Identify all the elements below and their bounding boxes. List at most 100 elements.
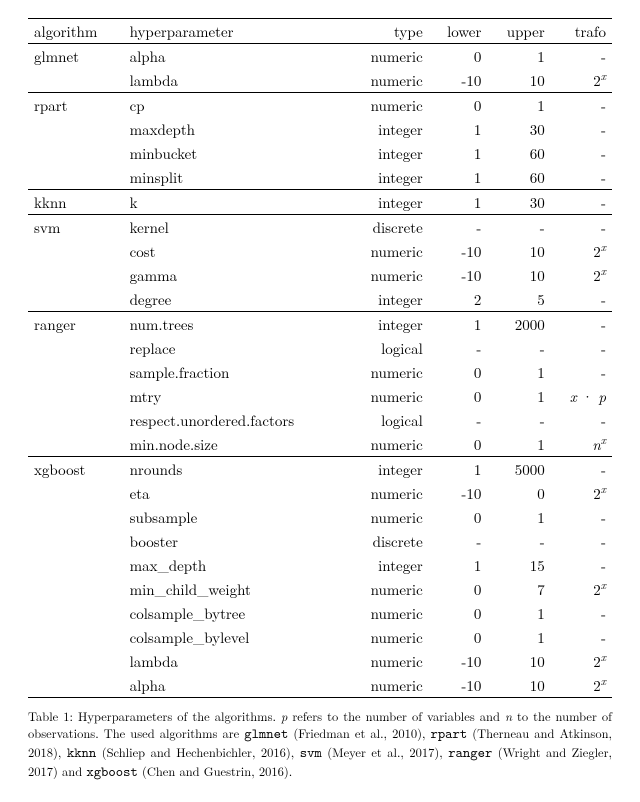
cell: -: [487, 529, 550, 553]
cell: -: [429, 408, 488, 432]
cell: -: [551, 165, 612, 190]
cell: 2x: [551, 68, 612, 93]
cell: 1: [429, 165, 488, 190]
cell: discrete: [347, 215, 428, 240]
cell: [28, 117, 124, 141]
caption-glmnet: glmnet: [244, 725, 288, 743]
cell: numeric: [347, 384, 428, 408]
cell: 1: [429, 117, 488, 141]
cell: -: [551, 93, 612, 118]
table-row: max_depthinteger115-: [28, 553, 612, 577]
cell: kknn: [28, 190, 124, 215]
table-row: replacelogical---: [28, 336, 612, 360]
cell: [28, 432, 124, 457]
cell: 2x: [551, 481, 612, 505]
cell: -10: [429, 673, 488, 698]
cell: numeric: [347, 577, 428, 601]
cell: -: [551, 457, 612, 482]
cell: -: [551, 360, 612, 384]
table-row: degreeinteger25-: [28, 287, 612, 312]
cell: -: [551, 312, 612, 337]
cell: [28, 287, 124, 312]
cell: 2x: [551, 577, 612, 601]
caption-svm-cite: (Meyer et al., 2017),: [322, 743, 448, 761]
cell: 0: [429, 625, 488, 649]
cell: cost: [124, 239, 348, 263]
cell: 1: [429, 457, 488, 482]
cell: 1: [429, 553, 488, 577]
cell: -: [487, 336, 550, 360]
caption-xgboost: xgboost: [86, 763, 137, 781]
cell: [28, 673, 124, 698]
cell: 30: [487, 190, 550, 215]
cell: numeric: [347, 68, 428, 93]
cell: [28, 408, 124, 432]
cell: maxdepth: [124, 117, 348, 141]
cell: alpha: [124, 673, 348, 698]
cell: [28, 384, 124, 408]
table-row: etanumeric-1002x: [28, 481, 612, 505]
cell: [28, 625, 124, 649]
table-row: xgboostnroundsinteger15000-: [28, 457, 612, 482]
cell: [28, 263, 124, 287]
cell: 0: [429, 601, 488, 625]
cell: numeric: [347, 263, 428, 287]
cell: 1: [487, 44, 550, 69]
cell: glmnet: [28, 44, 124, 69]
col-upper: upper: [487, 19, 550, 44]
cell: lambda: [124, 649, 348, 673]
cell: sample.fraction: [124, 360, 348, 384]
cell: [28, 481, 124, 505]
cell: -: [551, 408, 612, 432]
cell: -: [551, 117, 612, 141]
table-row: maxdepthinteger130-: [28, 117, 612, 141]
cell: numeric: [347, 625, 428, 649]
cell: 1: [429, 141, 488, 165]
cell: [28, 577, 124, 601]
cell: -: [429, 336, 488, 360]
cell: 1: [429, 190, 488, 215]
col-type: type: [347, 19, 428, 44]
table-row: kknnkinteger130-: [28, 190, 612, 215]
cell: 1: [487, 432, 550, 457]
cell: 2x: [551, 673, 612, 698]
cell: cp: [124, 93, 348, 118]
cell: [28, 141, 124, 165]
cell: [28, 239, 124, 263]
cell: 10: [487, 68, 550, 93]
cell: -: [551, 336, 612, 360]
caption-rpart: rpart: [430, 725, 467, 743]
cell: 2x: [551, 649, 612, 673]
table-row: min.node.sizenumeric01nx: [28, 432, 612, 457]
cell: colsample_bylevel: [124, 625, 348, 649]
cell: 0: [429, 360, 488, 384]
cell: k: [124, 190, 348, 215]
table-row: subsamplenumeric01-: [28, 505, 612, 529]
cell: 0: [429, 44, 488, 69]
caption-ranger: ranger: [448, 744, 492, 762]
caption-kknn: kknn: [67, 744, 96, 762]
cell: 2: [429, 287, 488, 312]
col-algorithm: algorithm: [28, 19, 124, 44]
cell: logical: [347, 408, 428, 432]
cell: minbucket: [124, 141, 348, 165]
cell: integer: [347, 117, 428, 141]
cell: min.node.size: [124, 432, 348, 457]
cell: -: [487, 215, 550, 240]
cell: -: [551, 44, 612, 69]
table-caption: Table 1: Hyperparameters of the algorith…: [28, 708, 612, 782]
cell: integer: [347, 457, 428, 482]
cell: -: [551, 141, 612, 165]
cell: 10: [487, 263, 550, 287]
cell: integer: [347, 312, 428, 337]
cell: ranger: [28, 312, 124, 337]
table-row: respect.unordered.factorslogical---: [28, 408, 612, 432]
cell: -: [551, 553, 612, 577]
cell: mtry: [124, 384, 348, 408]
table-row: mtrynumeric01x · p: [28, 384, 612, 408]
table-row: lambdanumeric-10102x: [28, 68, 612, 93]
caption-xgboost-cite: (Chen and Guestrin, 2016).: [138, 762, 292, 780]
cell: 1: [487, 505, 550, 529]
table-row: minbucketinteger160-: [28, 141, 612, 165]
cell: 0: [429, 93, 488, 118]
